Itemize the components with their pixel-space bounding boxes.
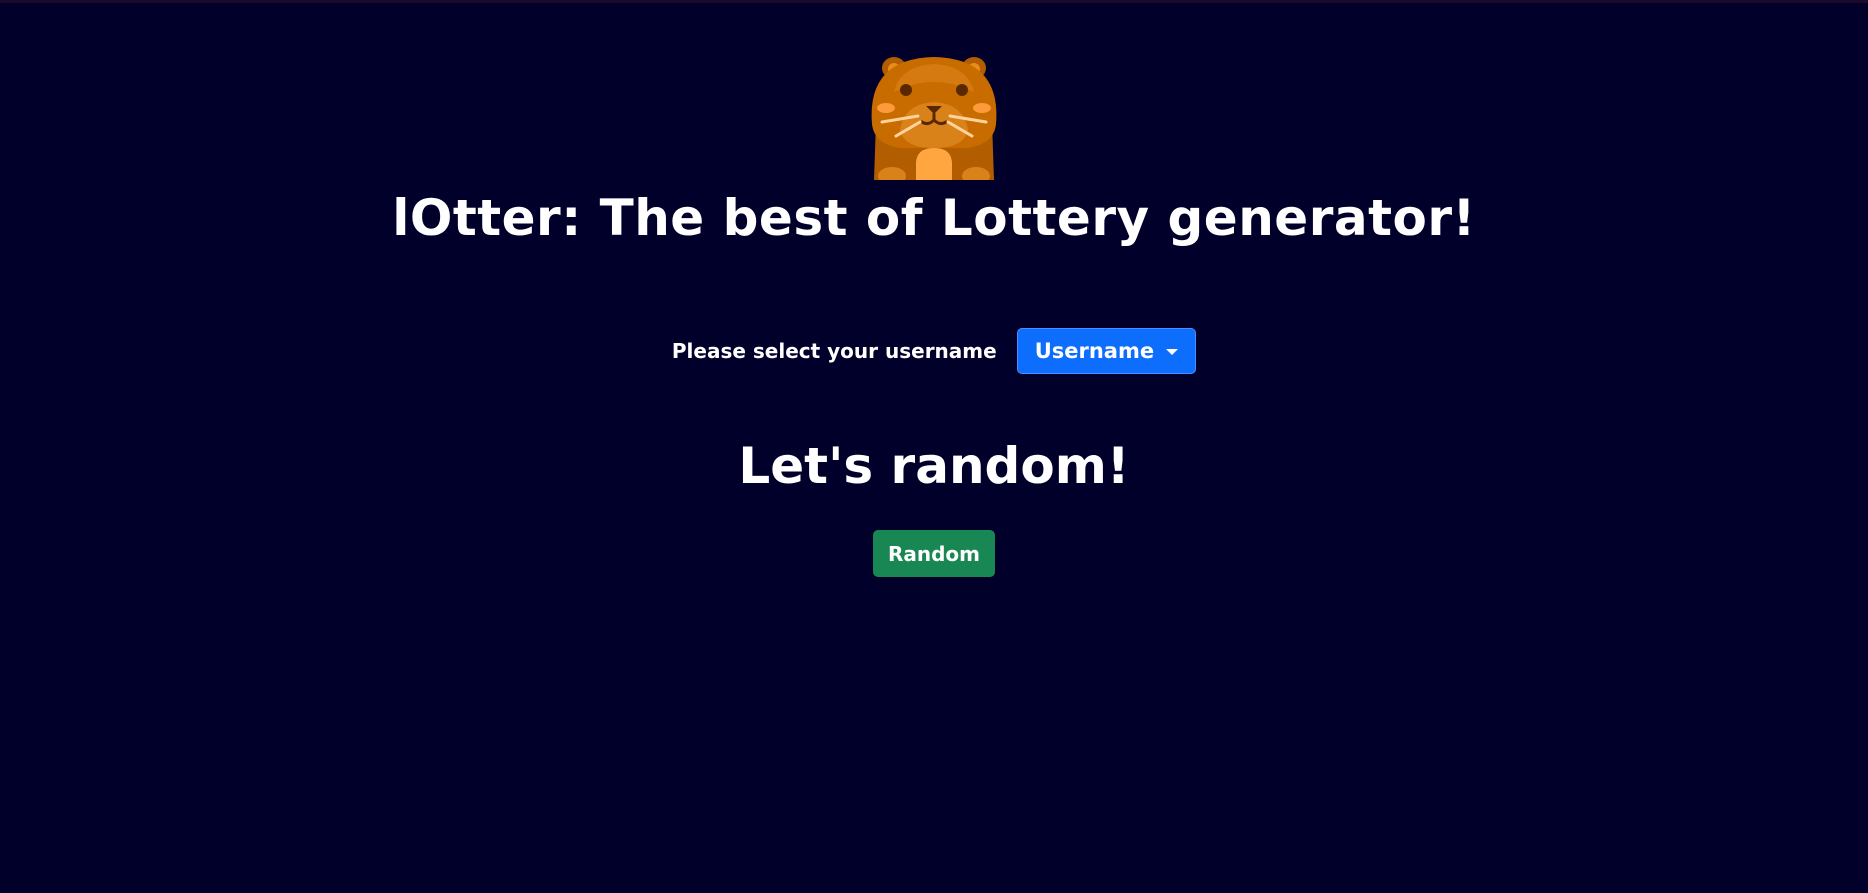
chevron-down-icon	[1166, 349, 1179, 355]
username-select-row: Please select your username Username	[671, 328, 1197, 374]
page: lOtter: The best of Lottery generator! P…	[0, 0, 1868, 893]
page-title: lOtter: The best of Lottery generator!	[392, 189, 1476, 247]
random-heading: Let's random!	[738, 437, 1130, 495]
username-dropdown-label: Username	[1034, 339, 1155, 363]
otter-icon	[864, 52, 1004, 185]
random-button[interactable]: Random	[872, 530, 996, 577]
username-select-label: Please select your username	[671, 339, 997, 363]
username-dropdown-button[interactable]: Username	[1016, 328, 1197, 374]
